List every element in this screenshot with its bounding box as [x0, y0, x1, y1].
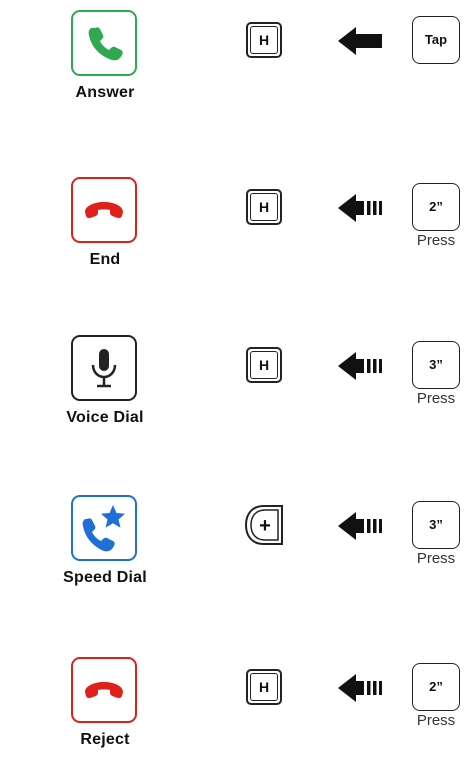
solid-arrow-left-icon [336, 25, 384, 57]
hold-arrow-left-icon [336, 510, 384, 542]
action-box: Tap [412, 16, 460, 64]
row-answer: Answer H Tap [0, 10, 469, 130]
phone-icon [71, 10, 137, 76]
duration-label: Press [416, 550, 456, 567]
hold-arrow-left-icon [336, 192, 384, 224]
h-button-icon: H [246, 22, 282, 58]
row-voice-dial: Voice Dial H 3” Press [0, 335, 469, 455]
action-box: 3” [412, 341, 460, 389]
function-label: Answer [75, 84, 135, 101]
action-box: 2” [412, 183, 460, 231]
plus-button-icon: + [244, 503, 286, 547]
row-speed-dial: Speed Dial + 3” Press [0, 495, 469, 615]
row-reject: Reject H 2” Press [0, 657, 469, 777]
row-end: End H 2” Press [0, 177, 469, 297]
hold-arrow-left-icon [336, 350, 384, 382]
speed-dial-icon [71, 495, 137, 561]
h-button-icon: H [246, 189, 282, 225]
hang-up-icon [71, 657, 137, 723]
duration-label: Press [416, 390, 456, 407]
function-label: Voice Dial [66, 409, 144, 426]
hang-up-icon [71, 177, 137, 243]
action-box: 3” [412, 501, 460, 549]
svg-text:+: + [259, 515, 271, 537]
hold-arrow-left-icon [336, 672, 384, 704]
h-button-icon: H [246, 347, 282, 383]
microphone-icon [71, 335, 137, 401]
h-button-icon: H [246, 669, 282, 705]
function-label: Reject [80, 731, 130, 748]
action-box: 2” [412, 663, 460, 711]
duration-label: Press [416, 232, 456, 249]
function-label: End [89, 251, 121, 268]
function-label: Speed Dial [63, 569, 147, 586]
duration-label: Press [416, 712, 456, 729]
